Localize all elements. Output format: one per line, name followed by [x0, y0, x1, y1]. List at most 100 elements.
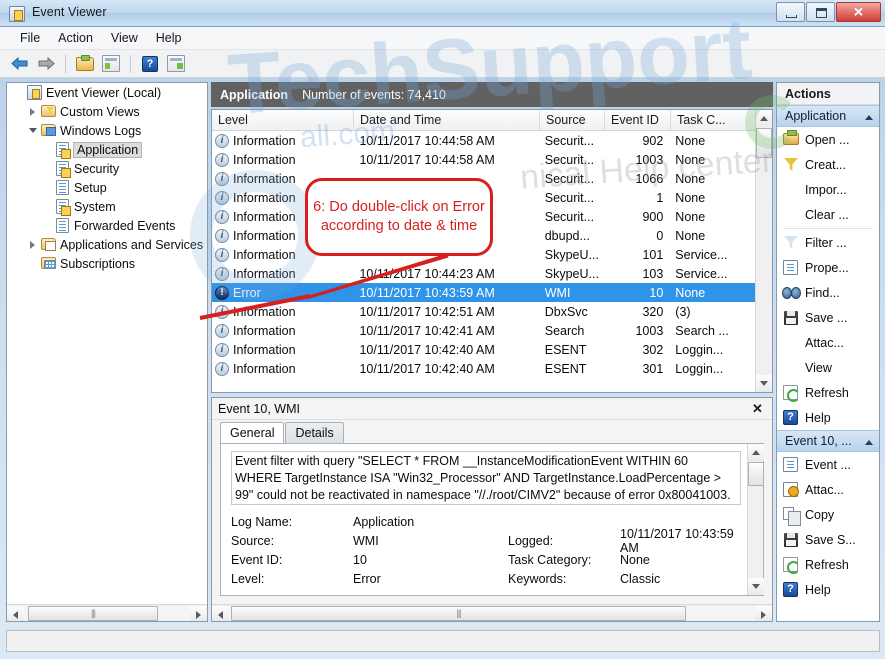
- cell-event-id: 301: [642, 361, 664, 376]
- forward-icon[interactable]: [34, 52, 58, 75]
- tree-item-setup[interactable]: Setup: [7, 178, 207, 197]
- show-hide-console-tree-icon[interactable]: [99, 52, 123, 75]
- action-item-help[interactable]: ? Help: [777, 577, 879, 602]
- action-item-clear[interactable]: Clear ...: [777, 202, 879, 227]
- save-icon: [782, 531, 800, 548]
- actions-group-header-2[interactable]: Event 10, ...: [777, 430, 879, 452]
- tab-details[interactable]: Details: [285, 422, 344, 443]
- event-viewer-icon: [9, 6, 25, 22]
- up-folder-icon[interactable]: [73, 52, 97, 75]
- tree-item-system[interactable]: System: [7, 197, 207, 216]
- event-list-vertical-scrollbar[interactable]: [755, 110, 772, 392]
- detail-hscroll-thumb[interactable]: [231, 605, 686, 621]
- detail-field-row: Source: WMI Logged: 10/11/2017 10:43:59 AM: [231, 527, 741, 555]
- action-item-attac[interactable]: Attac...: [777, 330, 879, 355]
- field-value-2: 10/11/2017 10:43:59 AM: [620, 526, 734, 555]
- console-tree-pane: Event Viewer (Local) Custom Views Windows …: [6, 82, 208, 622]
- cell-level: Information: [212, 342, 353, 357]
- detail-vertical-scrollbar[interactable]: [747, 444, 764, 595]
- detail-scroll-left-arrow-icon[interactable]: [212, 605, 229, 621]
- help-icon[interactable]: ?: [138, 52, 162, 75]
- action-item-save-s[interactable]: Save S...: [777, 527, 879, 552]
- column-header-source[interactable]: Source: [540, 110, 605, 130]
- detail-scroll-up-arrow-icon[interactable]: [748, 444, 764, 461]
- scroll-down-arrow-icon[interactable]: [756, 375, 772, 392]
- chevron-up-icon[interactable]: [865, 434, 873, 448]
- tree-item-forwarded-events[interactable]: Forwarded Events: [7, 216, 207, 235]
- scroll-up-arrow-icon[interactable]: [756, 110, 772, 127]
- column-header-event-id[interactable]: Event ID: [605, 110, 671, 130]
- event-list-scroll-thumb[interactable]: [756, 128, 772, 158]
- tree-item-custom-views[interactable]: Custom Views: [7, 102, 207, 121]
- field-value: 10: [353, 552, 367, 567]
- table-row[interactable]: Information 10/11/2017 10:42:40 AM ESENT 30…: [212, 340, 755, 359]
- action-item-event[interactable]: Event ...: [777, 452, 879, 477]
- field-label-2: Keywords:: [508, 571, 567, 586]
- action-item-filter[interactable]: Filter ...: [777, 230, 879, 255]
- tree-item-event-viewer-local[interactable]: Event Viewer (Local): [7, 83, 207, 102]
- menu-action[interactable]: Action: [49, 29, 102, 47]
- action-item-save[interactable]: Save ...: [777, 305, 879, 330]
- action-item-impor[interactable]: Impor...: [777, 177, 879, 202]
- menu-view[interactable]: View: [102, 29, 147, 47]
- tree-item-security[interactable]: Security: [7, 159, 207, 178]
- event-viewer-icon: [26, 85, 43, 100]
- close-button[interactable]: ✕: [836, 2, 881, 22]
- action-item-attac[interactable]: Attac...: [777, 477, 879, 502]
- none: [782, 334, 800, 351]
- scroll-right-arrow-icon[interactable]: [190, 605, 207, 621]
- table-row[interactable]: Information 10/11/2017 10:42:40 AM ESENT 30…: [212, 359, 755, 378]
- chevron-up-icon[interactable]: [865, 109, 873, 123]
- tree-horizontal-scrollbar[interactable]: [7, 604, 207, 621]
- action-item-label: Find...: [805, 285, 840, 300]
- show-hide-action-pane-icon[interactable]: [164, 52, 188, 75]
- detail-scroll-thumb[interactable]: [748, 462, 764, 486]
- log-icon: [54, 180, 71, 195]
- action-item-refresh[interactable]: Refresh: [777, 552, 879, 577]
- actions-title: Actions: [777, 83, 879, 105]
- detail-scroll-track[interactable]: [229, 605, 755, 621]
- table-row[interactable]: Information 10/11/2017 10:44:58 AM Securit…: [212, 131, 755, 150]
- tree-item-windows-logs[interactable]: Windows Logs: [7, 121, 207, 140]
- tree-item-applications-and-services-lo[interactable]: Applications and Services Lo: [7, 235, 207, 254]
- action-item-find[interactable]: Find...: [777, 280, 879, 305]
- action-item-copy[interactable]: Copy: [777, 502, 879, 527]
- field-label: Event ID:: [231, 552, 283, 567]
- level-label: Information: [233, 133, 296, 148]
- detail-scroll-right-arrow-icon[interactable]: [755, 605, 772, 621]
- action-item-creat[interactable]: Creat...: [777, 152, 879, 177]
- detail-close-icon[interactable]: ✕: [750, 401, 765, 416]
- field-label-2: Task Category:: [508, 552, 592, 567]
- action-item-prope[interactable]: Prope...: [777, 255, 879, 280]
- chevron-down-icon[interactable]: [27, 124, 40, 137]
- menu-file[interactable]: File: [11, 29, 49, 47]
- tree-item-subscriptions[interactable]: Subscriptions: [7, 254, 207, 273]
- actions-group-header-1[interactable]: Application: [777, 105, 879, 127]
- action-item-help[interactable]: ? Help: [777, 405, 879, 430]
- column-header-datetime[interactable]: Date and Time: [354, 110, 540, 130]
- scroll-left-arrow-icon[interactable]: [7, 605, 24, 621]
- detail-horizontal-scrollbar[interactable]: [212, 604, 772, 621]
- minimize-button[interactable]: [776, 2, 805, 22]
- column-header-task-category[interactable]: Task C...: [671, 110, 757, 130]
- cell-event-id: 320: [642, 304, 664, 319]
- menu-help[interactable]: Help: [147, 29, 191, 47]
- cell-datetime: 10/11/2017 10:42:40 AM: [359, 361, 495, 376]
- table-row[interactable]: Information 10/11/2017 10:44:58 AM Securit…: [212, 150, 755, 169]
- action-item-refresh[interactable]: Refresh: [777, 380, 879, 405]
- action-item-view[interactable]: View: [777, 355, 879, 380]
- chevron-right-icon[interactable]: [27, 238, 40, 251]
- column-header-level[interactable]: Level: [212, 110, 354, 130]
- back-icon[interactable]: [8, 52, 32, 75]
- detail-scroll-down-arrow-icon[interactable]: [748, 578, 764, 595]
- event-message-text: Event filter with query "SELECT * FROM _…: [231, 451, 741, 505]
- tree-scroll-track[interactable]: [24, 605, 190, 621]
- tree-scroll-thumb[interactable]: [28, 605, 158, 621]
- cell-event-id: 900: [642, 209, 664, 224]
- maximize-button[interactable]: [806, 2, 835, 22]
- tree-item-application[interactable]: Application: [7, 140, 207, 159]
- tab-general[interactable]: General: [220, 422, 285, 443]
- menu-bar: File Action View Help: [0, 27, 885, 50]
- chevron-right-icon[interactable]: [27, 105, 40, 118]
- action-item-open[interactable]: Open ...: [777, 127, 879, 152]
